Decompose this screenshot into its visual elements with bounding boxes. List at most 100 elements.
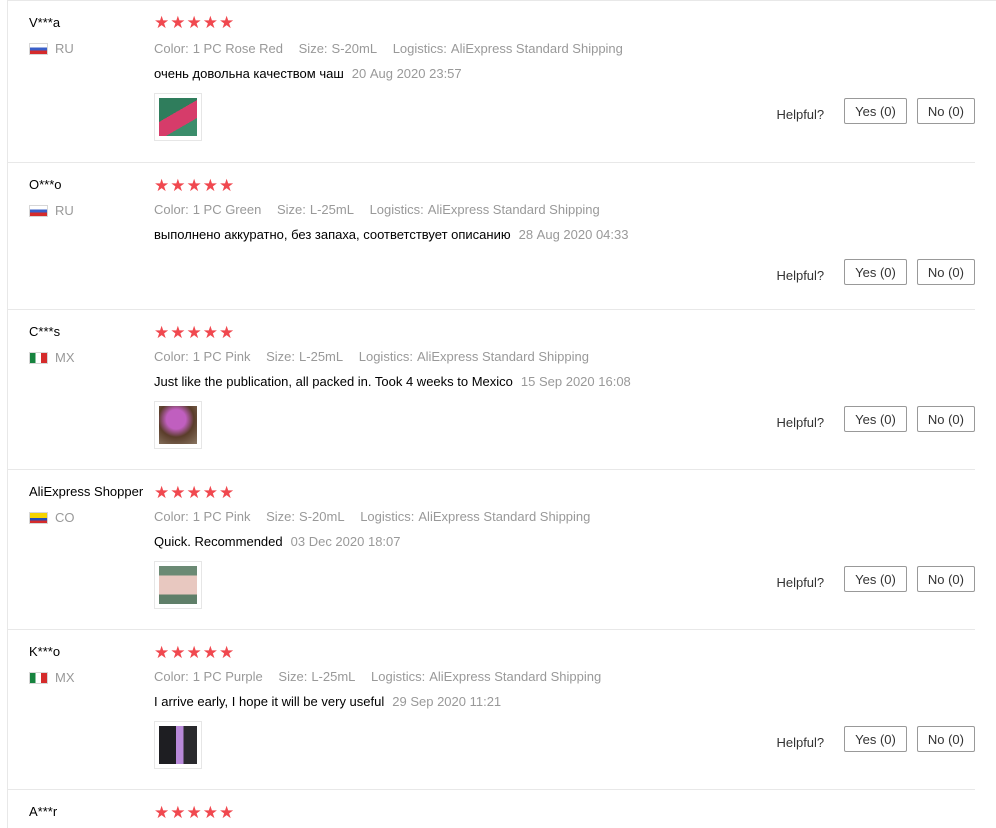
- flag-icon: [29, 671, 48, 684]
- color-label: Color:: [154, 509, 189, 524]
- helpful-yes-button[interactable]: Yes (0): [844, 406, 907, 432]
- star-icon: ★: [170, 176, 186, 195]
- review-item: V***a RU ★ ★ ★ ★ ★ Color: 1 PC Rose Red Size:…: [8, 1, 975, 163]
- size-value: L-25mL: [299, 349, 344, 364]
- helpful-label: Helpful?: [776, 574, 825, 590]
- size-value: S-20mL: [331, 41, 378, 56]
- review-item: AliExpress Shopper CO ★ ★ ★ ★ ★ Color: 1 PC P…: [8, 469, 975, 630]
- star-icon: ★: [154, 643, 170, 662]
- star-icon: ★: [219, 483, 235, 502]
- size-label: Size:: [298, 41, 328, 56]
- star-icon: ★: [186, 643, 202, 662]
- helpful-no-button[interactable]: No (0): [916, 259, 975, 285]
- star-icon: ★: [154, 323, 170, 342]
- color-label: Color:: [154, 202, 189, 217]
- reviewer-country: CO: [29, 510, 75, 525]
- logistics-value: AliExpress Standard Shipping: [418, 509, 591, 524]
- star-icon: ★: [154, 13, 170, 32]
- review-text: Quick. Recommended: [154, 534, 283, 549]
- star-icon: ★: [170, 643, 186, 662]
- logistics-value: AliExpress Standard Shipping: [416, 349, 589, 364]
- logistics-label: Logistics:: [369, 202, 424, 217]
- review-photo[interactable]: [154, 401, 202, 449]
- size-label: Size:: [266, 349, 296, 364]
- star-icon: ★: [170, 323, 186, 342]
- star-icon: ★: [202, 176, 218, 195]
- helpful-label: Helpful?: [776, 734, 825, 750]
- review-text-line: очень довольна качеством чаш 20 Aug 2020 …: [154, 66, 462, 81]
- review-item: O***o RU ★ ★ ★ ★ ★ Color: 1 PC Green Size: L-2…: [8, 162, 975, 310]
- helpful-no-button[interactable]: No (0): [916, 98, 975, 124]
- star-icon: ★: [186, 176, 202, 195]
- star-icon: ★: [154, 803, 170, 822]
- star-icon: ★: [170, 13, 186, 32]
- reviewer-country: MX: [29, 670, 75, 685]
- color-value: 1 PC Rose Red: [192, 41, 284, 56]
- reviewer-name: K***o: [29, 644, 61, 659]
- reviewer-country: MX: [29, 350, 75, 365]
- color-value: 1 PC Pink: [192, 349, 251, 364]
- helpful-yes-button[interactable]: Yes (0): [844, 566, 907, 592]
- star-icon: ★: [186, 13, 202, 32]
- logistics-label: Logistics:: [392, 41, 447, 56]
- size-value: L-25mL: [311, 669, 356, 684]
- order-info: Color: 1 PC Green Size: L-25mL Logistics: A…: [154, 202, 612, 217]
- logistics-value: AliExpress Standard Shipping: [427, 202, 600, 217]
- review-item: C***s MX ★ ★ ★ ★ ★ Color: 1 PC Pink Size: L-25…: [8, 309, 975, 470]
- order-info: Color: 1 PC Pink Size: S-20mL Logistics: Al…: [154, 509, 602, 524]
- logistics-value: AliExpress Standard Shipping: [429, 669, 602, 684]
- reviewer-name: V***a: [29, 15, 61, 30]
- country-code: RU: [55, 41, 74, 56]
- review-text: I arrive early, I hope it will be very u…: [154, 694, 385, 709]
- helpful-yes-button[interactable]: Yes (0): [844, 726, 907, 752]
- size-value: S-20mL: [299, 509, 345, 524]
- logistics-label: Logistics:: [371, 669, 426, 684]
- size-value: L-25mL: [309, 202, 354, 217]
- star-icon: ★: [154, 176, 170, 195]
- star-icon: ★: [219, 643, 235, 662]
- review-date: 20 Aug 2020 23:57: [351, 66, 462, 81]
- review-text-line: I arrive early, I hope it will be very u…: [154, 694, 501, 709]
- star-rating: ★ ★ ★ ★ ★: [154, 804, 234, 822]
- review-photo[interactable]: [154, 93, 202, 141]
- logistics-label: Logistics:: [360, 509, 415, 524]
- reviewer-country: RU: [29, 203, 74, 218]
- helpful-label: Helpful?: [776, 267, 825, 283]
- helpful-no-button[interactable]: No (0): [916, 566, 975, 592]
- reviewer-name: A***r: [29, 804, 58, 819]
- reviewer-name: O***o: [29, 177, 62, 192]
- flag-icon: [29, 42, 48, 55]
- star-icon: ★: [219, 176, 235, 195]
- star-icon: ★: [186, 323, 202, 342]
- star-icon: ★: [219, 323, 235, 342]
- helpful-yes-button[interactable]: Yes (0): [844, 98, 907, 124]
- star-rating: ★ ★ ★ ★ ★: [154, 14, 234, 32]
- helpful-controls: Helpful? Yes (0) No (0): [776, 98, 975, 124]
- review-photo[interactable]: [154, 561, 202, 609]
- helpful-yes-button[interactable]: Yes (0): [844, 259, 907, 285]
- reviewer-name: C***s: [29, 324, 61, 339]
- helpful-no-button[interactable]: No (0): [916, 406, 975, 432]
- order-info: Color: 1 PC Rose Red Size: S-20mL Logistic…: [154, 41, 635, 56]
- helpful-controls: Helpful? Yes (0) No (0): [776, 566, 975, 592]
- flag-icon: [29, 204, 48, 217]
- star-icon: ★: [202, 13, 218, 32]
- country-code: RU: [55, 203, 74, 218]
- country-code: CO: [55, 510, 75, 525]
- star-icon: ★: [219, 803, 235, 822]
- flag-icon: [29, 351, 48, 364]
- star-icon: ★: [202, 643, 218, 662]
- size-label: Size:: [266, 509, 296, 524]
- color-value: 1 PC Green: [192, 202, 262, 217]
- review-photo[interactable]: [154, 721, 202, 769]
- review-date: 29 Sep 2020 11:21: [392, 694, 502, 709]
- helpful-controls: Helpful? Yes (0) No (0): [776, 726, 975, 752]
- review-text-line: Quick. Recommended 03 Dec 2020 18:07: [154, 534, 401, 549]
- country-code: MX: [55, 670, 75, 685]
- country-code: MX: [55, 350, 75, 365]
- review-text: Just like the publication, all packed in…: [154, 374, 513, 389]
- helpful-no-button[interactable]: No (0): [916, 726, 975, 752]
- star-icon: ★: [186, 803, 202, 822]
- color-label: Color:: [154, 349, 189, 364]
- star-icon: ★: [186, 483, 202, 502]
